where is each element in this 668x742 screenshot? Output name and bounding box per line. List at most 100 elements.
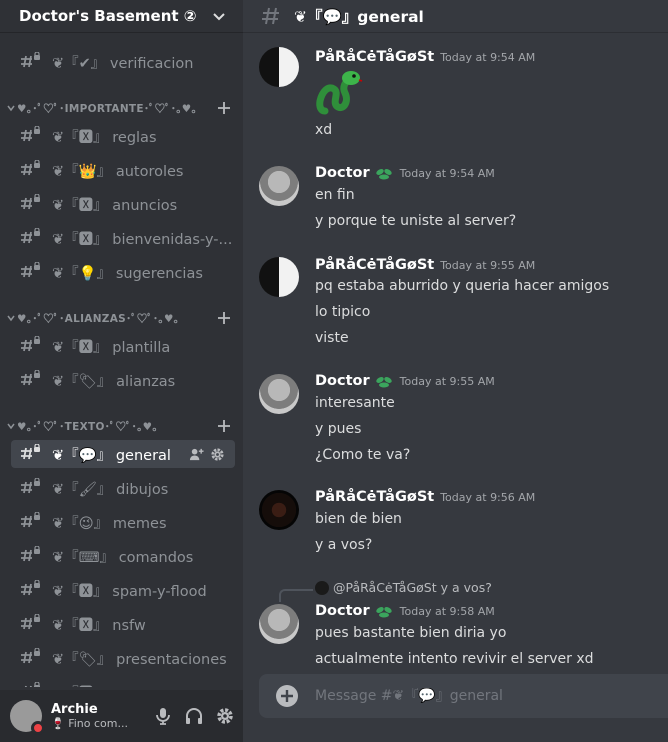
- channel-name: spam-y-flood: [112, 583, 207, 600]
- headphones-icon[interactable]: [184, 706, 204, 726]
- author-name[interactable]: PåRåCėTåGøSt: [315, 489, 434, 505]
- locked-hash-icon: [21, 52, 40, 68]
- channel-prefix: ❦『⌨』: [52, 549, 115, 566]
- channel-sugerencias[interactable]: ❦『💡』 sugerencias: [11, 258, 235, 286]
- channel-partial[interactable]: ❦『🆇』 ...: [11, 678, 235, 687]
- author-name[interactable]: Doctor: [315, 165, 370, 181]
- server-header[interactable]: Doctor's Basement ②: [0, 0, 243, 32]
- avatar[interactable]: [259, 257, 299, 297]
- add-attachment-icon[interactable]: [275, 684, 299, 708]
- sprout-badge-icon: [375, 169, 392, 180]
- add-channel-icon[interactable]: [217, 419, 231, 433]
- channel-verificacion[interactable]: ❦『✔』 verificacion: [11, 48, 235, 76]
- username: Archie: [51, 702, 98, 717]
- message-line: lo tipico: [315, 304, 371, 320]
- channel-prefix: ❦『🏷』: [52, 651, 112, 668]
- message-line: y a vos?: [315, 537, 373, 553]
- channel-name: plantilla: [112, 339, 171, 356]
- chevron-down-icon: [213, 13, 225, 21]
- channel-plantilla[interactable]: ❦『🆇』 plantilla: [11, 332, 235, 360]
- channel-presentaciones[interactable]: ❦『🏷』 presentaciones: [11, 644, 235, 672]
- channel-title: ❦『💬』general: [294, 8, 424, 26]
- add-channel-icon[interactable]: [217, 101, 231, 115]
- channel-spam-y-flood[interactable]: ❦『🆇』 spam-y-flood: [11, 576, 235, 604]
- channel-prefix: ❦『💬』: [52, 447, 112, 464]
- avatar[interactable]: [259, 374, 299, 414]
- channel-bienvenidas[interactable]: ❦『🆇』 bienvenidas-y-...: [11, 224, 235, 252]
- message-line: y pues: [315, 421, 362, 437]
- gear-icon[interactable]: [210, 447, 225, 462]
- channel-memes[interactable]: ❦『😉』 memes: [11, 508, 235, 536]
- server-name: Doctor's Basement ②: [19, 7, 197, 25]
- hash-icon: [262, 7, 279, 25]
- channel-name: dibujos: [116, 481, 169, 498]
- category-importante[interactable]: ♥｡･ﾟ♡ﾟ･IMPORTANTE･ﾟ♡ﾟ･｡♥｡: [6, 99, 231, 117]
- message-line: viste: [315, 330, 349, 346]
- channel-general[interactable]: ❦『💬』 general: [11, 440, 235, 468]
- channel-prefix: ❦『😉』: [52, 515, 109, 532]
- reply-preview[interactable]: @PåRåCėTåGøSt y a vos?: [315, 580, 492, 595]
- reply-text: y a vos?: [440, 580, 492, 595]
- channel-prefix: ❦『🆇』: [52, 339, 108, 356]
- message-line: ¿Como te va?: [315, 447, 411, 463]
- author-name[interactable]: PåRåCėTåGøSt: [315, 49, 434, 65]
- message-input[interactable]: [315, 688, 655, 704]
- add-channel-icon[interactable]: [217, 311, 231, 325]
- channel-autoroles[interactable]: ❦『👑』 autoroles: [11, 156, 235, 184]
- channel-comandos[interactable]: ❦『⌨』 comandos: [11, 542, 235, 570]
- timestamp: Today at 9:56 AM: [440, 490, 536, 504]
- user-settings-gear-icon[interactable]: [215, 706, 235, 726]
- channel-name: nsfw: [112, 617, 146, 634]
- channel-name: verificacion: [109, 55, 194, 72]
- channel-prefix: ❦『✔』: [52, 55, 106, 72]
- locked-hash-icon: [21, 160, 40, 176]
- avatar[interactable]: [259, 604, 299, 644]
- chat-main: ❦『💬』general PåRåCėTåGøSt Today at 9:54 AM…: [243, 0, 668, 742]
- category-alianzas[interactable]: ♥｡･ﾟ♡ﾟ･ALIANZAS･ﾟ♡ﾟ･｡♥｡: [6, 309, 231, 327]
- channel-prefix: ❦『💡』: [52, 265, 112, 282]
- channel-name: autoroles: [115, 163, 184, 180]
- channel-prefix: ❦『🆇』: [52, 129, 108, 146]
- channel-anuncios[interactable]: ❦『🆇』 anuncios: [11, 190, 235, 218]
- sprout-badge-icon: [375, 607, 392, 618]
- author-name[interactable]: PåRåCėTåGøSt: [315, 257, 434, 273]
- create-invite-icon[interactable]: [189, 447, 204, 462]
- locked-hash-icon: [21, 546, 40, 562]
- avatar[interactable]: [259, 490, 299, 530]
- channel-name: comandos: [118, 549, 194, 566]
- channel-name: anuncios: [112, 197, 178, 214]
- message-line: pq estaba aburrido y queria hacer amigos: [315, 278, 610, 294]
- locked-hash-icon: [21, 126, 40, 142]
- channel-alianzas[interactable]: ❦『🏷』 alianzas: [11, 366, 235, 394]
- channel-prefix: ❦『🆇』: [52, 197, 108, 214]
- locked-hash-icon: [21, 370, 40, 386]
- channel-nsfw[interactable]: ❦『🆇』 nsfw: [11, 610, 235, 638]
- channel-name: alianzas: [116, 373, 176, 390]
- locked-hash-icon: [21, 512, 40, 528]
- message-line: en fin: [315, 187, 355, 203]
- channel-reglas[interactable]: ❦『🆇』 reglas: [11, 122, 235, 150]
- microphone-icon[interactable]: [153, 706, 173, 726]
- category-label: ♥｡･ﾟ♡ﾟ･TEXTO･ﾟ♡ﾟ･｡♥｡: [17, 420, 158, 433]
- avatar[interactable]: [10, 700, 45, 735]
- avatar[interactable]: [259, 47, 299, 87]
- category-texto[interactable]: ♥｡･ﾟ♡ﾟ･TEXTO･ﾟ♡ﾟ･｡♥｡: [6, 417, 231, 435]
- locked-hash-icon: [21, 228, 40, 244]
- avatar[interactable]: [259, 166, 299, 206]
- channel-name: ...: [112, 686, 126, 688]
- channel-name: general: [115, 447, 171, 464]
- channel-prefix: ❦『🏷』: [52, 373, 112, 390]
- caret-down-icon: [7, 423, 15, 430]
- author-name[interactable]: Doctor: [315, 603, 370, 619]
- snake-emoji-icon: [316, 71, 363, 115]
- channel-list: ❦『✔』 verificacion ♥｡･ﾟ♡ﾟ･IMPORTANTE･ﾟ♡ﾟ･…: [0, 45, 243, 687]
- author-name[interactable]: Doctor: [315, 373, 370, 389]
- message-line: xd: [315, 122, 333, 138]
- caret-down-icon: [7, 105, 15, 112]
- category-label: ♥｡･ﾟ♡ﾟ･IMPORTANTE･ﾟ♡ﾟ･｡♥｡: [17, 102, 198, 115]
- channel-dibujos[interactable]: ❦『🖌』 dibujos: [11, 474, 235, 502]
- message-line: pues bastante bien diria yo: [315, 625, 507, 641]
- user-info[interactable]: Archie 🍷 Fino com...: [51, 702, 153, 730]
- channel-prefix: ❦『🆇』: [52, 686, 108, 688]
- message-line: bien de bien: [315, 511, 402, 527]
